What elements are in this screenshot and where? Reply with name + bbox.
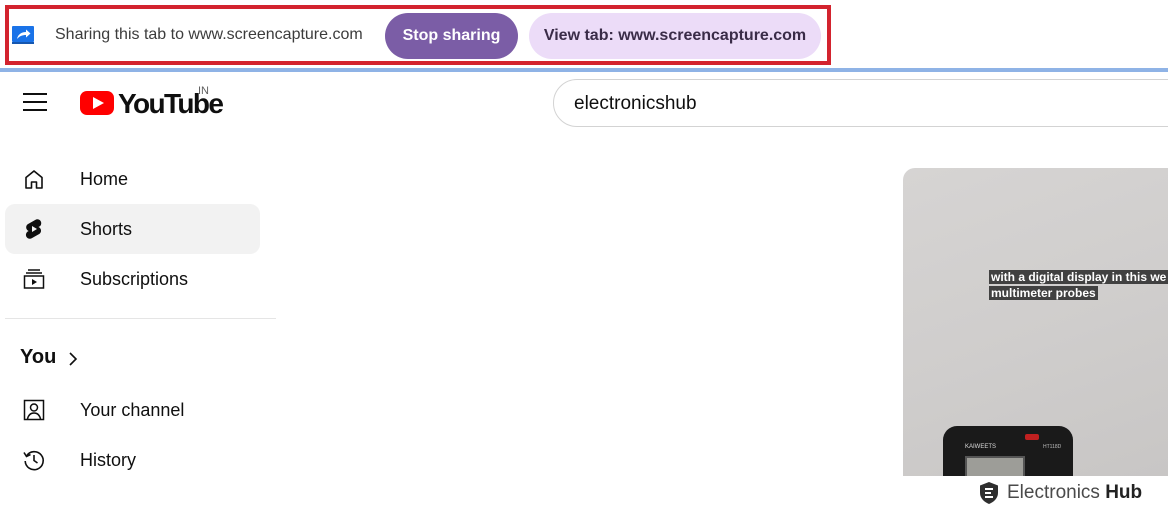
subscriptions-icon: [22, 267, 46, 291]
stop-sharing-button[interactable]: Stop sharing: [385, 13, 518, 59]
watermark-text-regular: Electronics: [1007, 482, 1106, 503]
home-icon: [22, 167, 46, 191]
video-thumbnail[interactable]: with a digital display in this we multim…: [903, 168, 1168, 476]
multimeter-display: [965, 456, 1025, 476]
tab-sharing-bar: Sharing this tab to www.screencapture.co…: [0, 0, 1168, 72]
your-channel-icon: [22, 398, 46, 422]
region-code: IN: [198, 85, 209, 97]
share-screen-icon: [11, 25, 35, 45]
electronics-hub-watermark: Electronics Hub: [976, 478, 1168, 508]
youtube-logo-icon: [80, 91, 114, 115]
sidebar-item-subscriptions[interactable]: Subscriptions: [5, 254, 260, 304]
shorts-icon: [22, 217, 46, 241]
sidebar-item-history[interactable]: History: [5, 435, 260, 485]
search-query-text: electronicshub: [574, 93, 697, 114]
history-icon: [22, 448, 46, 472]
sharing-status-text: Sharing this tab to www.screencapture.co…: [55, 26, 363, 43]
multimeter-image: KAIWEETS HT118D: [943, 426, 1073, 476]
view-tab-button[interactable]: View tab: www.screencapture.com: [529, 13, 821, 59]
video-caption-line: with a digital display in this we: [989, 270, 1168, 284]
sidebar-item-home[interactable]: Home: [5, 154, 260, 204]
sidebar-divider: [5, 318, 276, 319]
search-input[interactable]: electronicshub: [553, 79, 1168, 127]
sidebar-item-label: Home: [80, 169, 129, 189]
watermark-text: Electronics Hub: [1007, 482, 1142, 504]
sidebar-item-your-channel[interactable]: Your channel: [5, 385, 260, 435]
sidebar-item-label: Shorts: [80, 219, 133, 239]
multimeter-brand: KAIWEETS: [965, 444, 997, 450]
video-caption-line: multimeter probes: [989, 286, 1098, 300]
sidebar-item-label: Your channel: [80, 400, 185, 420]
chevron-right-icon: [68, 352, 78, 366]
multimeter-indicator: [1025, 434, 1039, 440]
watermark-text-bold: Hub: [1105, 482, 1143, 503]
you-section-title: You: [20, 346, 57, 368]
sidebar-item-shorts[interactable]: Shorts: [5, 204, 260, 254]
sidebar-item-label: History: [80, 450, 137, 470]
tab-strip-divider: [0, 68, 1168, 72]
sidebar-item-label: Subscriptions: [80, 269, 189, 289]
menu-icon[interactable]: [23, 93, 47, 113]
you-section-header[interactable]: You: [20, 346, 120, 372]
electronics-hub-shield-icon: [979, 481, 999, 505]
multimeter-model: HT118D: [1043, 444, 1062, 450]
